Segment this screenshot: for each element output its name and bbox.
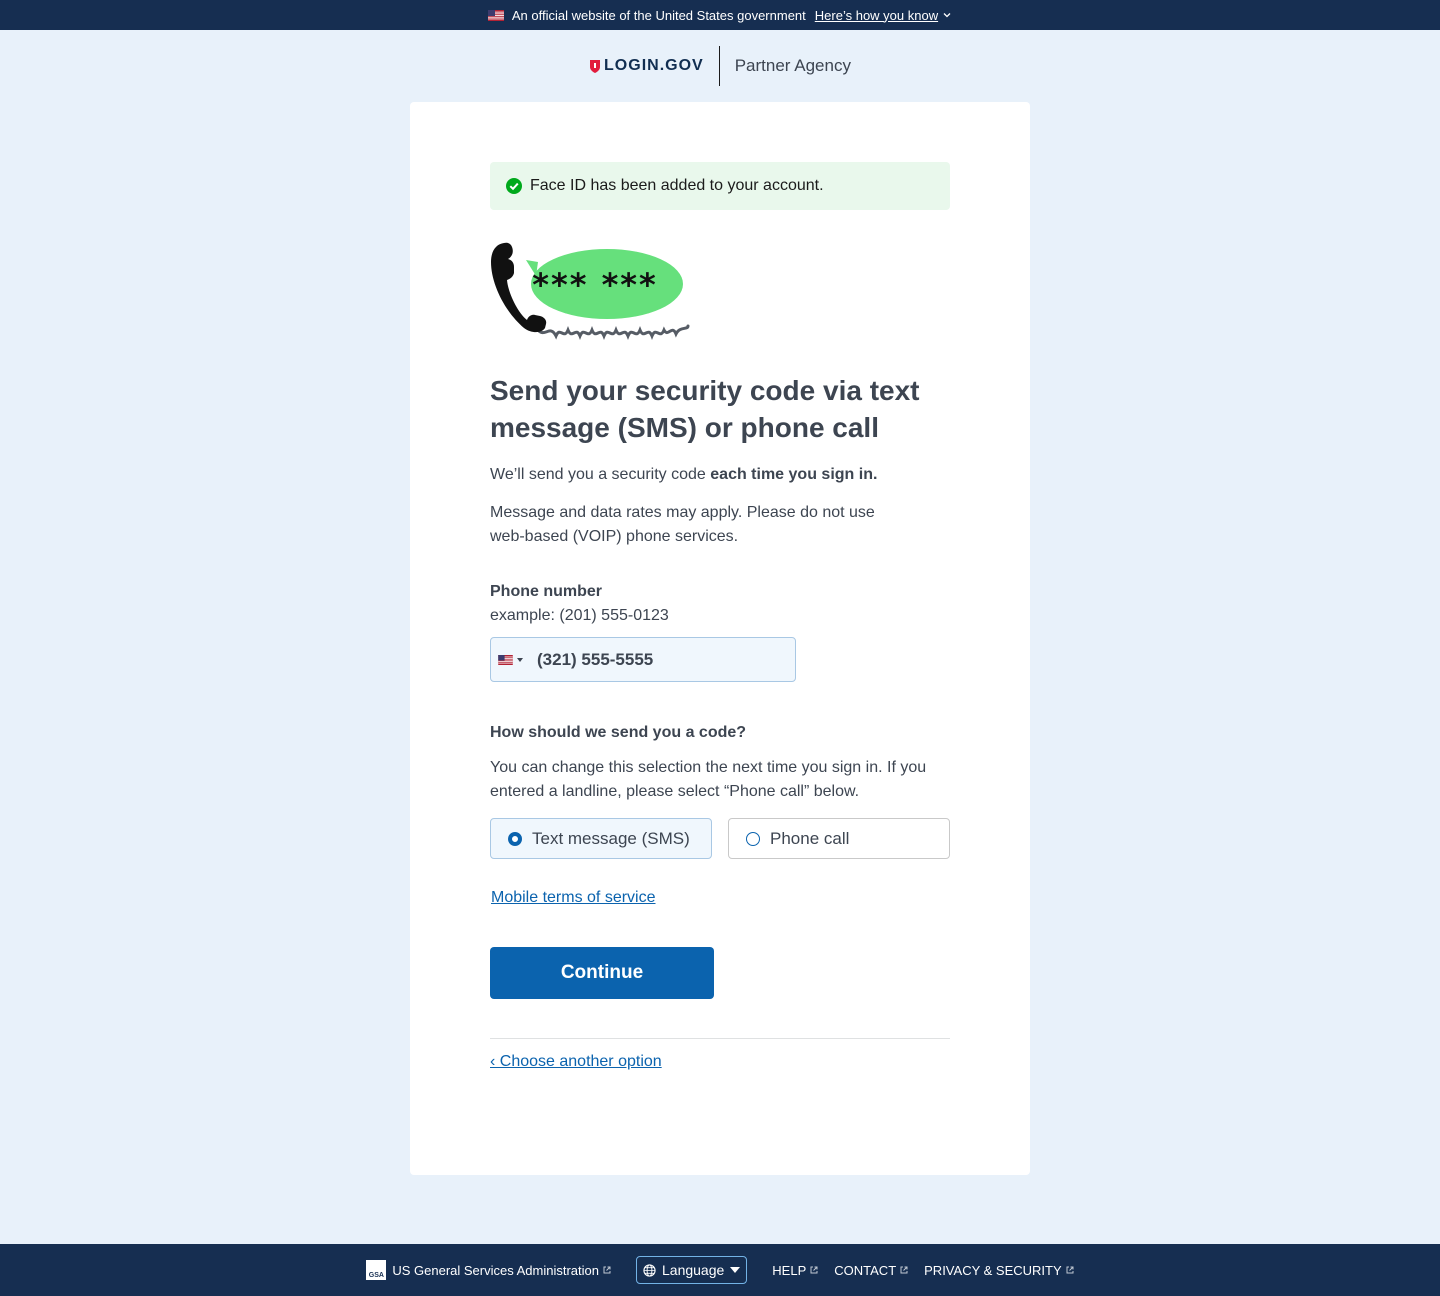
radio-unselected-icon	[746, 831, 760, 846]
site-header: LOGIN.GOV Partner Agency	[0, 46, 1440, 86]
help-label: HELP	[772, 1262, 807, 1278]
external-link-icon	[810, 1266, 818, 1274]
continue-button[interactable]: Continue	[490, 947, 714, 999]
gsa-link[interactable]: GSA US General Services Administration	[366, 1260, 611, 1280]
phone-label: Phone number	[490, 583, 603, 600]
globe-icon	[643, 1263, 656, 1277]
radio-text-message-label: Text message (SMS)	[532, 828, 690, 848]
check-circle-icon	[506, 178, 522, 194]
header-divider	[718, 46, 720, 86]
site-footer: GSA US General Services Administration L…	[0, 1244, 1440, 1296]
page-title: Send your security code via text message…	[490, 375, 920, 443]
language-button[interactable]: Language	[636, 1256, 748, 1284]
caret-down-icon	[730, 1267, 741, 1273]
phone-number-field[interactable]: (321) 555-5555	[490, 637, 796, 682]
gsa-label: US General Services Administration	[392, 1262, 599, 1278]
main-card: Face ID has been added to your account. …	[410, 102, 1030, 1175]
intro-bold: each time you sign in.	[710, 466, 878, 483]
gsa-logo: GSA	[366, 1260, 387, 1280]
gov-banner-text: An official website of the United States…	[511, 7, 806, 23]
logo-text: LOGIN.GOV	[604, 57, 704, 74]
delivery-hint: You can change this selection the next t…	[490, 759, 927, 800]
help-link[interactable]: HELP	[772, 1263, 818, 1278]
chevron-down-icon	[943, 13, 951, 18]
contact-label: CONTACT	[834, 1262, 897, 1278]
alert-text: Face ID has been added to your account.	[530, 177, 824, 194]
external-link-icon	[603, 1266, 611, 1274]
partner-agency: Partner Agency	[734, 56, 851, 75]
card-content: Face ID has been added to your account. …	[490, 162, 950, 1070]
privacy-security-link[interactable]: PRIVACY & SECURITY	[924, 1263, 1074, 1278]
bubble-text: *** ***	[532, 266, 658, 304]
gov-banner: An official website of the United States…	[0, 0, 1440, 30]
rates-text: Message and data rates may apply. Please…	[490, 504, 875, 545]
language-label: Language	[662, 1262, 725, 1278]
contact-link[interactable]: CONTACT	[834, 1263, 908, 1278]
radio-phone-call[interactable]: Phone call	[728, 818, 950, 859]
country-code-select[interactable]	[491, 638, 529, 681]
phone-sms-illustration: *** ***	[491, 242, 690, 341]
choose-another-option-link[interactable]: ‹ Choose another option	[490, 1053, 662, 1071]
intro-prefix: We’ll send you a security code	[490, 466, 711, 483]
phone-input-value[interactable]: (321) 555-5555	[537, 650, 653, 670]
shield-icon	[590, 59, 601, 73]
us-flag-icon	[487, 9, 504, 21]
delivery-question: How should we send you a code?	[490, 724, 747, 741]
success-alert: Face ID has been added to your account.	[490, 162, 950, 210]
login-gov-logo[interactable]: LOGIN.GOV	[589, 57, 704, 75]
heres-how-you-know-link[interactable]: Here’s how you know	[815, 8, 952, 23]
intro-text: We’ll send you a security code each time…	[490, 463, 877, 487]
mobile-terms-link[interactable]: Mobile terms of service	[491, 889, 656, 907]
us-flag-icon	[498, 654, 513, 665]
heres-how-you-know-label: Here’s how you know	[814, 7, 939, 23]
external-link-icon	[1066, 1266, 1074, 1274]
radio-text-message[interactable]: Text message (SMS)	[490, 818, 712, 859]
radio-phone-call-label: Phone call	[770, 828, 850, 848]
phone-hint: example: (201) 555-0123	[490, 607, 669, 624]
caret-down-icon	[517, 657, 523, 662]
radio-selected-icon	[508, 831, 522, 846]
divider	[490, 1038, 950, 1039]
privacy-label: PRIVACY & SECURITY	[924, 1262, 1062, 1278]
external-link-icon	[900, 1266, 908, 1274]
